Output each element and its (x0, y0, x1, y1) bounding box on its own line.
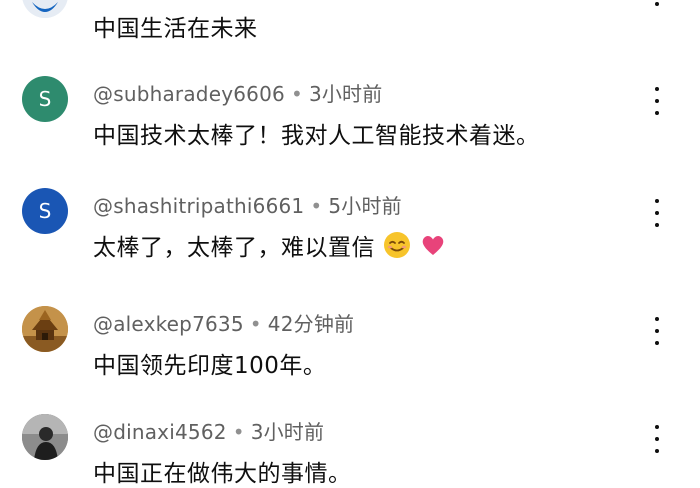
heart-icon (422, 236, 443, 255)
smiling-face-icon (383, 232, 410, 258)
comment-text: 中国技术太棒了！我对人工智能技术着迷。 (93, 123, 540, 149)
comment-author[interactable]: @subharadey6606 (93, 82, 285, 106)
comment-header: @alexkep7635 • 42分钟前 (93, 308, 354, 337)
comment-author[interactable]: @alexkep7635 (93, 312, 244, 336)
comment-text: 中国领先印度100年。 (93, 353, 327, 379)
comment-header: @shashitripathi6661 • 5小时前 (93, 190, 402, 219)
avatar[interactable] (22, 0, 68, 18)
comment-time[interactable]: 5小时前 (328, 194, 402, 218)
avatar[interactable]: S (22, 76, 68, 122)
avatar[interactable] (22, 414, 68, 460)
avatar-letter: S (38, 87, 52, 111)
comment-time[interactable]: 3小时前 (251, 420, 325, 444)
comment-author[interactable]: @shashitripathi6661 (93, 194, 304, 218)
more-options-icon[interactable] (648, 317, 666, 345)
person-avatar-icon (22, 414, 68, 460)
temple-avatar-icon (22, 306, 68, 352)
comment-time[interactable]: 42分钟前 (268, 312, 354, 336)
comment-author[interactable]: @dinaxi4562 (93, 420, 227, 444)
comment-text-row: 太棒了，太棒了，难以置信 (93, 228, 447, 262)
avatar[interactable] (22, 306, 68, 352)
more-options-icon[interactable] (648, 0, 666, 6)
separator-dot: • (249, 312, 262, 336)
user-avatar-icon (22, 0, 68, 18)
separator-dot: • (232, 420, 245, 444)
comment-text: 中国正在做伟大的事情。 (93, 461, 352, 487)
comment-header: @subharadey6606 • 3小时前 (93, 78, 382, 107)
separator-dot: • (290, 82, 303, 106)
more-options-icon[interactable] (648, 199, 666, 227)
comment-text: 中国生活在未来 (93, 16, 258, 42)
comment-time[interactable]: 3小时前 (309, 82, 383, 106)
separator-dot: • (310, 194, 323, 218)
comment-text: 太棒了，太棒了，难以置信 (93, 235, 375, 261)
comment-header: @dinaxi4562 • 3小时前 (93, 416, 324, 445)
avatar[interactable]: S (22, 188, 68, 234)
avatar-letter: S (38, 199, 52, 223)
more-options-icon[interactable] (648, 425, 666, 453)
more-options-icon[interactable] (648, 87, 666, 115)
